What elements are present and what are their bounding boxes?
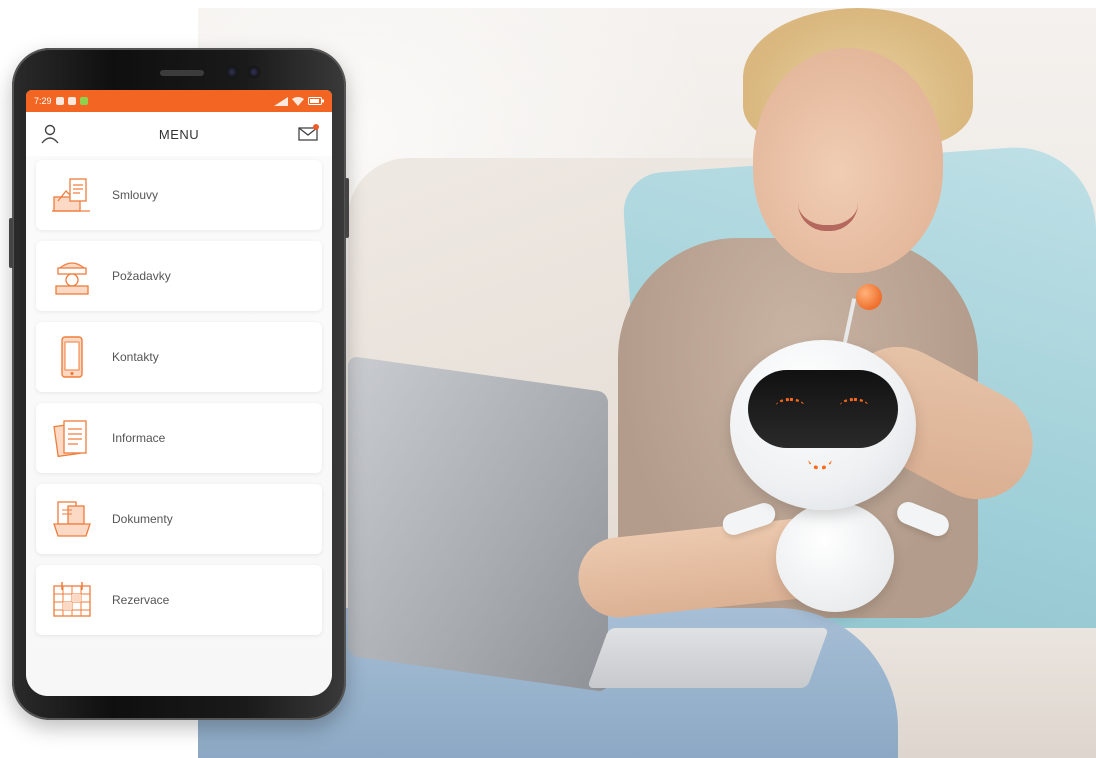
menu-item-label: Rezervace: [112, 593, 170, 607]
robot-body: [776, 502, 894, 612]
robot-left-eye: [776, 398, 804, 413]
woman-head: [753, 48, 943, 273]
power-button: [345, 178, 349, 238]
laptop-keyboard: [587, 628, 829, 688]
reservation-icon: [48, 576, 96, 624]
unread-badge: [313, 124, 319, 130]
front-camera-icon: [226, 66, 238, 78]
robot-left-arm: [719, 500, 779, 538]
menu-item-pozadavky[interactable]: Požadavky: [36, 241, 322, 311]
robot-mascot: [718, 278, 958, 618]
robot-visor: [748, 370, 898, 448]
documents-icon: [48, 495, 96, 543]
robot-right-arm: [893, 498, 953, 540]
wifi-icon: [292, 96, 304, 106]
messages-button[interactable]: [296, 122, 320, 146]
robot-antenna-ball: [856, 284, 882, 310]
user-icon: [41, 124, 59, 144]
menu-item-rezervace[interactable]: Rezervace: [36, 565, 322, 635]
earpiece-speaker: [160, 70, 204, 76]
menu-item-label: Dokumenty: [112, 512, 173, 526]
signal-icon: [274, 96, 288, 106]
menu-item-label: Kontakty: [112, 350, 159, 364]
phone-contact-icon: [48, 333, 96, 381]
menu-item-dokumenty[interactable]: Dokumenty: [36, 484, 322, 554]
notification-icon: [55, 97, 64, 105]
volume-button: [9, 218, 13, 268]
requests-icon: [48, 252, 96, 300]
app-header: MENU: [26, 112, 332, 156]
app-notification-icon: [67, 97, 76, 105]
robot-mouth: [808, 454, 832, 470]
phone-screen: 7:29 MENU Smlouvy Požadavky Kontakty Inf…: [26, 90, 332, 696]
menu-item-label: Smlouvy: [112, 188, 159, 202]
contract-icon: [48, 171, 96, 219]
menu-item-informace[interactable]: Informace: [36, 403, 322, 473]
page-title: MENU: [158, 126, 200, 142]
information-icon: [48, 414, 96, 462]
status-time: 7:29: [34, 96, 52, 106]
robot-head: [730, 340, 916, 510]
battery-icon: [308, 97, 324, 105]
message-notification-icon: [79, 97, 88, 105]
menu-item-label: Informace: [112, 431, 166, 445]
laptop: [348, 355, 608, 693]
menu-item-smlouvy[interactable]: Smlouvy: [36, 160, 322, 230]
sensor-icon: [248, 66, 260, 78]
robot-right-eye: [840, 398, 868, 413]
menu-list: Smlouvy Požadavky Kontakty Informace Dok…: [26, 156, 332, 696]
menu-item-kontakty[interactable]: Kontakty: [36, 322, 322, 392]
menu-item-label: Požadavky: [112, 269, 171, 283]
profile-button[interactable]: [38, 122, 62, 146]
status-bar: 7:29: [26, 90, 332, 112]
